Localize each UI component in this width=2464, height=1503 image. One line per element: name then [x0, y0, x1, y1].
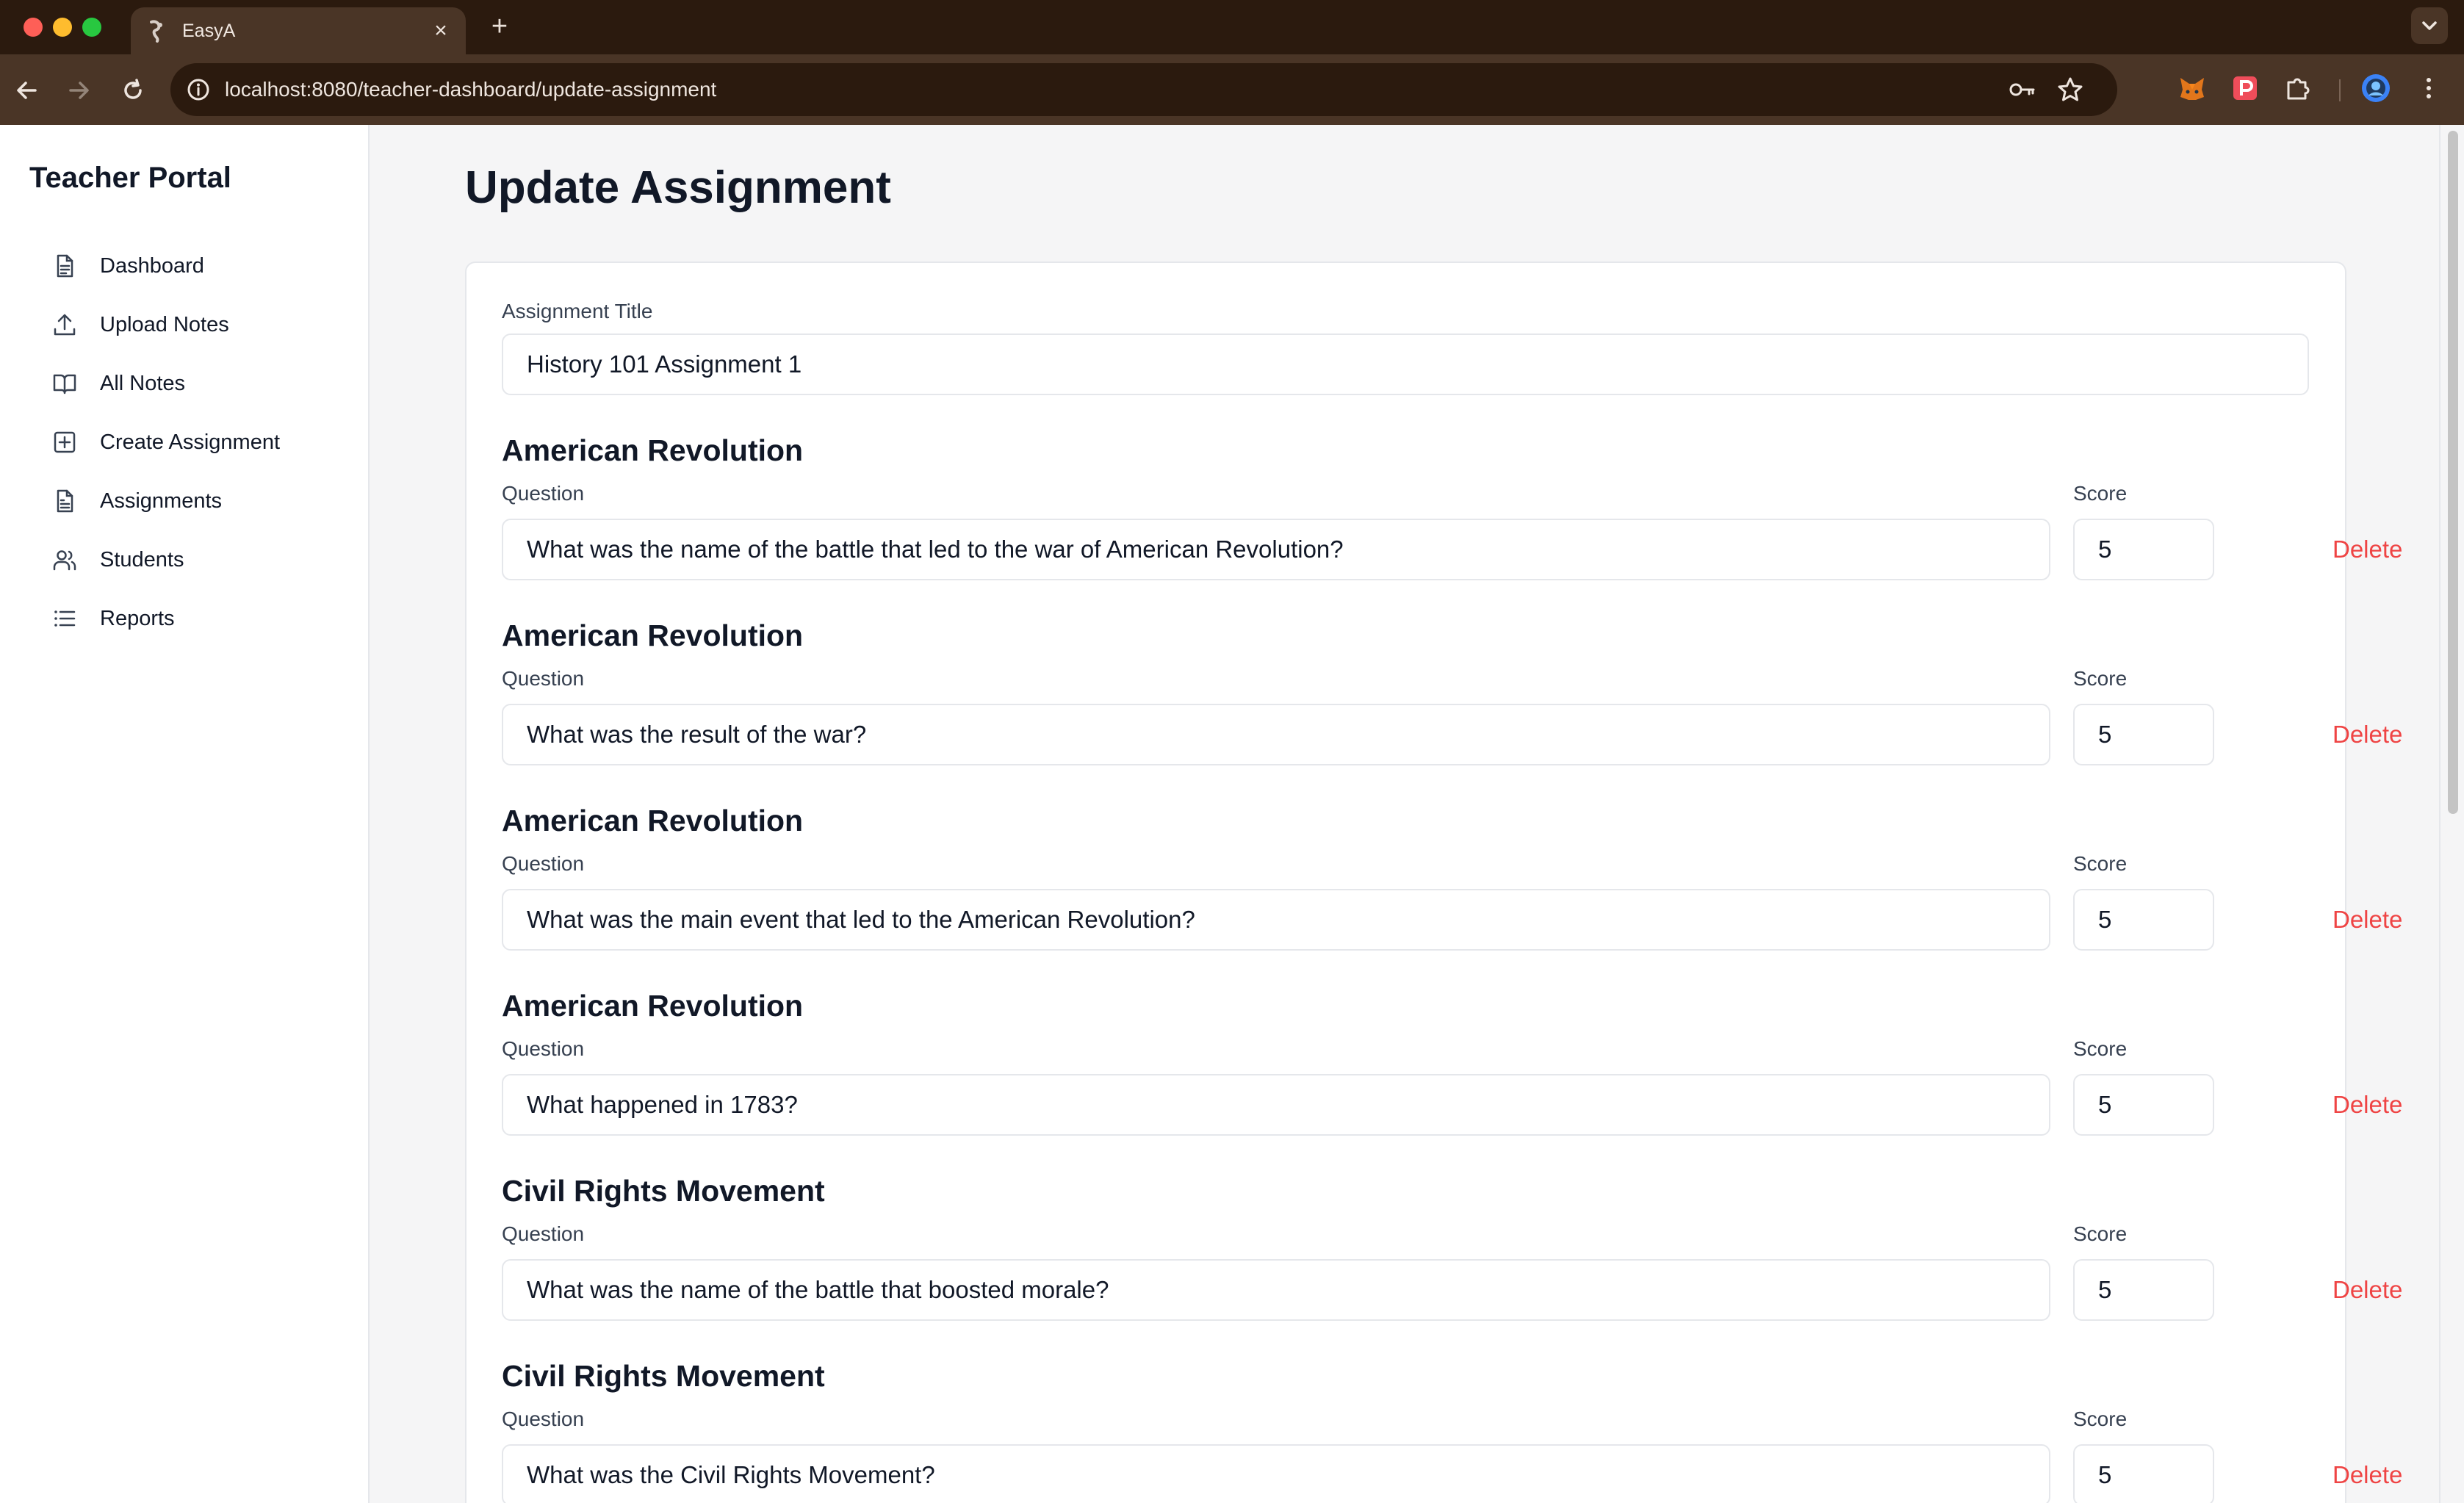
sidebar-item-label: Dashboard: [100, 254, 204, 278]
question-topic: Civil Rights Movement: [502, 1359, 825, 1393]
maximize-window-button[interactable]: [82, 18, 101, 37]
browser-tab[interactable]: EasyA ×: [131, 7, 466, 54]
question-topic: American Revolution: [502, 989, 804, 1023]
question-input[interactable]: [502, 519, 2050, 580]
list-icon: [54, 610, 76, 627]
delete-question-button[interactable]: Delete: [2332, 1074, 2402, 1136]
browser-titlebar: EasyA × +: [0, 0, 2464, 54]
delete-question-button[interactable]: Delete: [2332, 704, 2402, 765]
tab-close-icon[interactable]: ×: [429, 19, 453, 43]
page-scrollbar[interactable]: [2439, 125, 2464, 1503]
more-menu-icon[interactable]: [2413, 72, 2445, 104]
sidebar-item-assignments[interactable]: Assignments: [29, 475, 353, 527]
sidebar-item-create-assignment[interactable]: Create Assignment: [29, 416, 353, 469]
score-label: Score: [2073, 482, 2128, 505]
plus-square-icon: [54, 431, 76, 453]
book-open-icon: [53, 374, 76, 394]
chevron-down-icon: [2422, 21, 2437, 30]
assignment-form-card: Assignment Title American Revolution Que…: [465, 262, 2402, 1503]
sidebar-item-all-notes[interactable]: All Notes: [29, 357, 353, 410]
question-label: Question: [502, 667, 585, 690]
file-text-icon: [57, 489, 73, 513]
reload-icon[interactable]: [115, 72, 151, 109]
score-label: Score: [2073, 1222, 2128, 1245]
url-text[interactable]: localhost:8080/teacher-dashboard/update-…: [225, 63, 716, 116]
assignment-title-input[interactable]: [502, 334, 2309, 395]
question-label: Question: [502, 1408, 585, 1430]
forward-arrow-icon[interactable]: [60, 72, 97, 109]
tab-search-button[interactable]: [2411, 7, 2448, 44]
question-input[interactable]: [502, 1444, 2050, 1503]
password-key-icon[interactable]: [2007, 76, 2036, 103]
new-tab-button[interactable]: +: [485, 12, 514, 41]
metamask-fox-icon[interactable]: [2176, 72, 2208, 104]
minimize-window-button[interactable]: [53, 18, 72, 37]
score-input[interactable]: [2073, 519, 2214, 580]
brand-title: Teacher Portal: [29, 162, 231, 194]
delete-question-button[interactable]: Delete: [2332, 1444, 2402, 1503]
close-window-button[interactable]: [24, 18, 43, 37]
sidebar-item-upload-notes[interactable]: Upload Notes: [29, 298, 353, 351]
address-bar[interactable]: localhost:8080/teacher-dashboard/update-…: [170, 63, 2117, 116]
score-label: Score: [2073, 667, 2128, 690]
sidebar: Teacher Portal Dashboard Upload Notes Al…: [0, 125, 370, 1503]
tab-favicon-icon: [150, 20, 162, 43]
question-topic: Civil Rights Movement: [502, 1174, 825, 1208]
question-topic: American Revolution: [502, 433, 804, 467]
sidebar-item-reports[interactable]: Reports: [29, 592, 353, 645]
score-label: Score: [2073, 1408, 2128, 1430]
users-icon: [53, 550, 76, 571]
question-input[interactable]: [502, 889, 2050, 951]
upload-icon: [54, 314, 76, 336]
question-topic: American Revolution: [502, 804, 804, 837]
bookmark-star-icon[interactable]: [2056, 75, 2085, 104]
question-label: Question: [502, 482, 585, 505]
score-input[interactable]: [2073, 1074, 2214, 1136]
sidebar-item-label: Assignments: [100, 489, 223, 513]
question-topic: American Revolution: [502, 619, 804, 652]
sidebar-item-label: Reports: [100, 607, 175, 630]
question-label: Question: [502, 1222, 585, 1245]
back-arrow-icon[interactable]: [9, 72, 46, 109]
sidebar-item-dashboard[interactable]: Dashboard: [29, 239, 353, 292]
question-label: Question: [502, 852, 585, 875]
question-label: Question: [502, 1037, 585, 1060]
sidebar-item-label: Students: [100, 548, 184, 572]
sidebar-item-label: Create Assignment: [100, 430, 281, 454]
score-label: Score: [2073, 1037, 2128, 1060]
sidebar-item-students[interactable]: Students: [29, 533, 353, 586]
pdf-extension-icon[interactable]: [2229, 72, 2261, 104]
tab-title: EasyA: [182, 21, 236, 41]
score-label: Score: [2073, 852, 2128, 875]
delete-question-button[interactable]: Delete: [2332, 519, 2402, 580]
main-content: Update Assignment Assignment Title Ameri…: [370, 125, 2439, 1503]
delete-question-button[interactable]: Delete: [2332, 1259, 2402, 1321]
score-input[interactable]: [2073, 704, 2214, 765]
score-input[interactable]: [2073, 889, 2214, 951]
question-input[interactable]: [502, 1259, 2050, 1321]
delete-question-button[interactable]: Delete: [2332, 889, 2402, 951]
extensions-puzzle-icon[interactable]: [2282, 72, 2314, 104]
document-icon: [57, 254, 73, 278]
sidebar-item-label: Upload Notes: [100, 313, 229, 336]
sidebar-item-label: All Notes: [100, 372, 186, 395]
browser-toolbar: localhost:8080/teacher-dashboard/update-…: [0, 54, 2464, 125]
page-title: Update Assignment: [465, 162, 891, 213]
score-input[interactable]: [2073, 1444, 2214, 1503]
scrollbar-thumb[interactable]: [2448, 131, 2458, 814]
assignment-title-label: Assignment Title: [502, 300, 653, 322]
profile-avatar-icon[interactable]: [2360, 72, 2392, 104]
site-info-icon[interactable]: [185, 76, 212, 103]
question-input[interactable]: [502, 704, 2050, 765]
score-input[interactable]: [2073, 1259, 2214, 1321]
question-input[interactable]: [502, 1074, 2050, 1136]
toolbar-separator: [2339, 79, 2341, 101]
